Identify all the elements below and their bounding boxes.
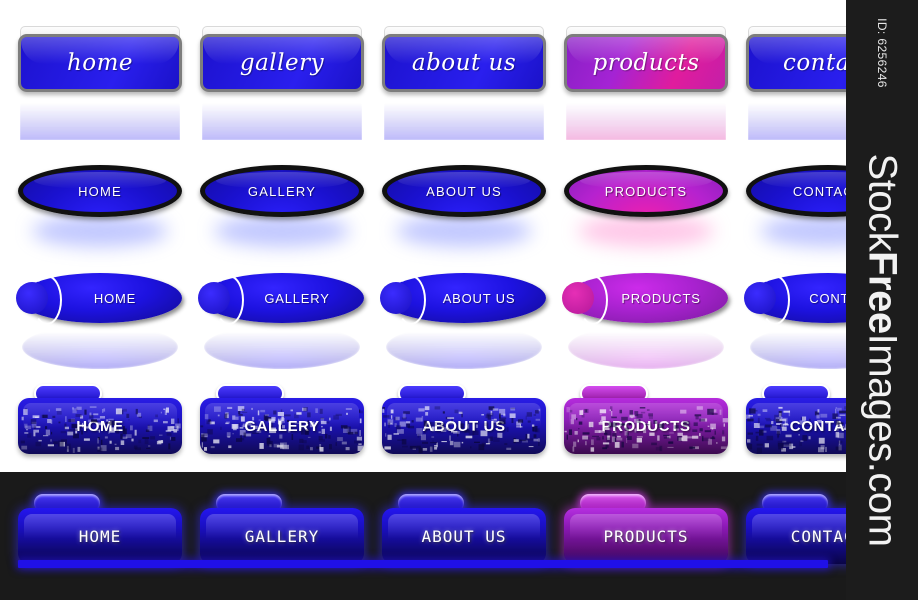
button-label: PRODUCTS <box>603 526 689 546</box>
nav-button-about-us-row3[interactable]: ABOUT US <box>380 273 546 369</box>
button-label: PRODUCTS <box>621 290 701 306</box>
button-reflection <box>566 94 726 140</box>
bullet-arc-icon <box>396 275 426 325</box>
watermark-brand: StockFreeImages.com <box>846 100 918 600</box>
button-label: home <box>66 50 134 76</box>
button-label: HOME <box>78 183 122 199</box>
nav-button-home-row2[interactable]: HOME <box>18 165 182 247</box>
button-label: HOME <box>93 290 137 306</box>
nav-button-home-row5[interactable]: HOME <box>18 494 182 564</box>
nav-button-products-row2[interactable]: PRODUCTS <box>564 165 728 247</box>
button-body[interactable]: HOME <box>18 165 182 217</box>
brand-bold: Free <box>860 251 905 334</box>
nav-button-gallery-row4[interactable]: GALLERY <box>200 384 364 454</box>
screenshot-canvas: home gallery about us products contact HOME G… <box>0 0 918 600</box>
button-label: ABOUT US <box>442 290 516 306</box>
brand-suffix: Images.com <box>860 333 905 547</box>
button-glow <box>396 215 532 247</box>
button-label: ABOUT US <box>426 183 502 199</box>
nav-button-products-row1[interactable]: products <box>564 26 728 140</box>
button-label: GALLERY <box>244 417 320 435</box>
button-label: ABOUT US <box>421 526 507 546</box>
nav-button-about-us-row1[interactable]: about us <box>382 26 546 140</box>
bullet-arc-icon <box>214 275 244 325</box>
button-body[interactable]: GALLERY <box>200 508 364 564</box>
button-body[interactable]: GALLERY <box>200 165 364 217</box>
button-set-artwork: home gallery about us products contact HOME G… <box>0 0 910 600</box>
button-label: GALLERY <box>244 526 320 546</box>
button-label: about us <box>411 50 517 76</box>
nav-button-gallery-row5[interactable]: GALLERY <box>200 494 364 564</box>
button-body[interactable]: PRODUCTS <box>564 508 728 564</box>
button-label: GALLERY <box>264 290 330 306</box>
button-glow <box>578 215 714 247</box>
button-label: ABOUT US <box>422 417 506 435</box>
button-reflection <box>568 325 724 369</box>
button-body[interactable]: home <box>18 34 182 92</box>
button-body[interactable]: PRODUCTS <box>564 398 728 454</box>
button-body[interactable]: gallery <box>200 34 364 92</box>
bullet-arc-icon <box>32 275 62 325</box>
button-label: PRODUCTS <box>601 417 691 435</box>
brand-prefix: Stock <box>860 153 905 252</box>
nav-button-about-us-row5[interactable]: ABOUT US <box>382 494 546 564</box>
nav-button-products-row4[interactable]: PRODUCTS <box>564 384 728 454</box>
nav-button-gallery-row1[interactable]: gallery <box>200 26 364 140</box>
button-reflection <box>386 325 542 369</box>
nav-button-home-row1[interactable]: home <box>18 26 182 140</box>
nav-button-gallery-row2[interactable]: GALLERY <box>200 165 364 247</box>
button-body[interactable]: about us <box>382 34 546 92</box>
watermark-id: ID: 6256246 <box>846 8 918 98</box>
watermark-brand-text: StockFreeImages.com <box>860 154 905 547</box>
button-reflection <box>22 325 178 369</box>
button-reflection <box>202 94 362 140</box>
button-body[interactable]: products <box>564 34 728 92</box>
button-label: gallery <box>239 50 325 76</box>
button-body[interactable]: ABOUT US <box>382 508 546 564</box>
nav-button-about-us-row4[interactable]: ABOUT US <box>382 384 546 454</box>
bottom-blue-bar <box>18 560 828 568</box>
button-body[interactable]: PRODUCTS <box>564 165 728 217</box>
button-body[interactable]: HOME <box>18 398 182 454</box>
button-label: GALLERY <box>247 183 317 199</box>
bullet-arc-icon <box>760 275 790 325</box>
button-label: HOME <box>78 526 122 546</box>
button-glow <box>214 215 350 247</box>
button-body[interactable]: GALLERY <box>200 398 364 454</box>
button-reflection <box>204 325 360 369</box>
nav-button-home-row3[interactable]: HOME <box>16 273 182 369</box>
button-body[interactable]: ABOUT US <box>382 398 546 454</box>
button-body[interactable]: HOME <box>18 508 182 564</box>
nav-button-home-row4[interactable]: HOME <box>18 384 182 454</box>
button-reflection <box>384 94 544 140</box>
nav-button-products-row3[interactable]: PRODUCTS <box>562 273 728 369</box>
button-label: PRODUCTS <box>604 183 688 199</box>
button-label: HOME <box>76 417 124 435</box>
watermark-sidebar: ID: 6256246 StockFreeImages.com <box>846 0 918 600</box>
button-body[interactable]: ABOUT US <box>382 165 546 217</box>
nav-button-gallery-row3[interactable]: GALLERY <box>198 273 364 369</box>
nav-button-about-us-row2[interactable]: ABOUT US <box>382 165 546 247</box>
button-label: products <box>592 50 700 76</box>
bullet-arc-icon <box>578 275 608 325</box>
watermark-id-label: ID: 6256246 <box>875 18 889 88</box>
button-glow <box>32 215 168 247</box>
button-reflection <box>20 94 180 140</box>
nav-button-products-row5[interactable]: PRODUCTS <box>564 494 728 564</box>
